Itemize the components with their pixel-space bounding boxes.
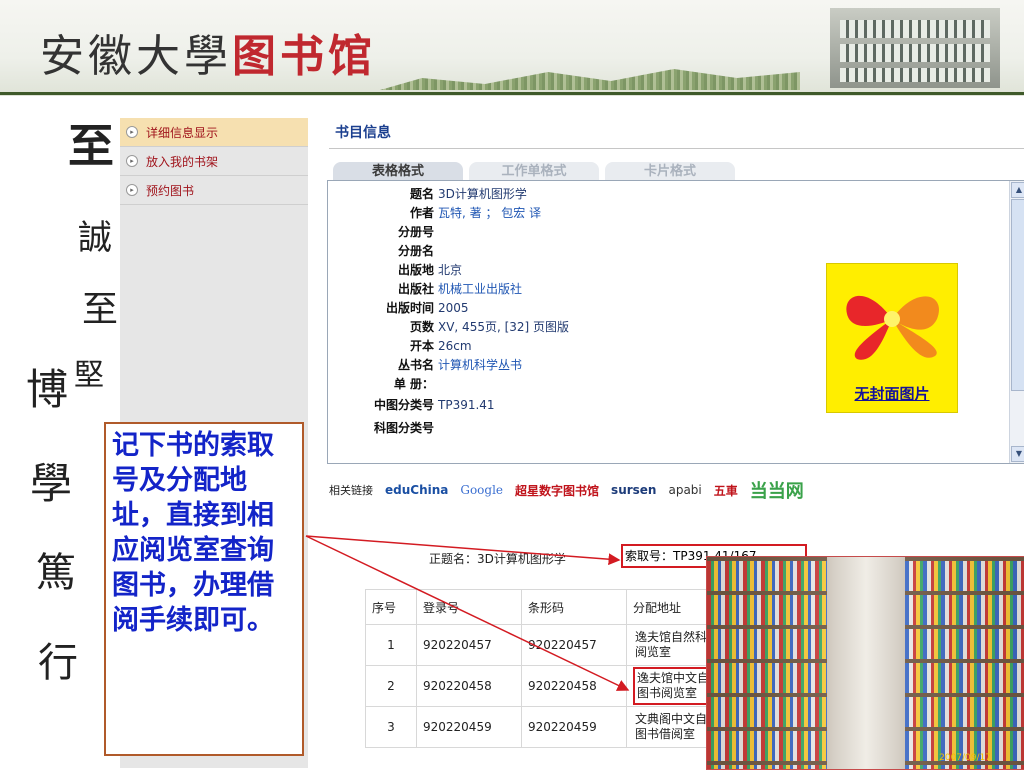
tab-card-format[interactable]: 卡片格式 bbox=[605, 162, 735, 180]
motto-char: 堅 bbox=[74, 358, 104, 393]
field-author[interactable]: 作者 瓦特, 著 ； 包宏 译 bbox=[328, 204, 541, 222]
book-cover-placeholder: 无封面图片 bbox=[826, 263, 958, 413]
field-single-volume: 单 册： bbox=[393, 377, 434, 391]
field-clc-number: 中图分类号 TP391.41 bbox=[373, 398, 495, 412]
holdings-table: 序号 登录号 条形码 分配地址 1 920220457 920220457 逸夫… bbox=[365, 589, 760, 748]
banner-divider bbox=[0, 92, 1024, 95]
header-banner: 安徽大學图书馆 bbox=[0, 0, 1024, 96]
field-format: 开本 26cm bbox=[409, 339, 472, 353]
photo-date-stamp: 2007/09/17 bbox=[939, 753, 991, 763]
cell-reg-no: 920220458 bbox=[416, 665, 522, 707]
cell-reg-no: 920220457 bbox=[416, 624, 522, 666]
motto-char: 博 bbox=[26, 365, 69, 414]
sidebar-item-details[interactable]: ▸ 详细信息显示 bbox=[120, 118, 308, 147]
cell-no: 3 bbox=[365, 706, 417, 748]
title-divider bbox=[329, 148, 1024, 149]
cell-barcode: 920220458 bbox=[521, 665, 627, 707]
cell-barcode: 920220459 bbox=[521, 706, 627, 748]
related-links: 相关链接 eduChina Google 超星数字图书馆 sursen apab… bbox=[329, 478, 804, 502]
field-title: 题名 3D计算机图形学 bbox=[409, 187, 527, 201]
cell-no: 2 bbox=[365, 665, 417, 707]
sidebar-item-reserve[interactable]: ▸ 预约图书 bbox=[120, 176, 308, 205]
library-stacks-photo: 2007/09/17 bbox=[706, 556, 1024, 770]
link-sursen[interactable]: sursen bbox=[611, 483, 656, 497]
field-pub-date: 出版时间 2005 bbox=[385, 301, 469, 315]
no-cover-caption: 无封面图片 bbox=[854, 385, 930, 403]
link-wuche[interactable]: 五車 bbox=[714, 482, 738, 499]
banner-decoration bbox=[380, 69, 800, 90]
bookshelf-left bbox=[707, 557, 827, 769]
table-header-row: 序号 登录号 条形码 分配地址 bbox=[365, 589, 760, 625]
col-header-no: 序号 bbox=[365, 589, 417, 625]
related-links-label: 相关链接 bbox=[329, 484, 373, 497]
link-educhina[interactable]: eduChina bbox=[385, 483, 448, 497]
link-dangdang[interactable]: 当当网 bbox=[750, 477, 804, 503]
field-pub-place: 出版地 北京 bbox=[397, 263, 463, 277]
instruction-callout: 记下书的索取号及分配地址，直接到相应阅览室查询图书，办理借阅手续即可。 bbox=[104, 422, 304, 756]
motto-char: 篤 bbox=[36, 550, 76, 596]
record-detail-panel[interactable]: 题名 3D计算机图形学 作者 瓦特, 著 ； 包宏 译 分册号 分册名 出版地 北京 … bbox=[327, 180, 1024, 464]
link-superstar[interactable]: 超星数字图书馆 bbox=[515, 482, 599, 499]
chevron-right-icon: ▸ bbox=[126, 155, 138, 167]
logo-university-name: 安徽大學 bbox=[40, 31, 232, 82]
col-header-barcode: 条形码 bbox=[521, 589, 627, 625]
tab-table-format[interactable]: 表格格式 bbox=[333, 162, 463, 180]
col-header-reg-no: 登录号 bbox=[416, 589, 522, 625]
page-title: 书目信息 bbox=[335, 125, 391, 141]
holding-title: 正题名：3D计算机图形学 bbox=[429, 552, 566, 566]
tab-worksheet-format[interactable]: 工作单格式 bbox=[469, 162, 599, 180]
link-google[interactable]: Google bbox=[460, 483, 503, 497]
table-row: 2 920220458 920220458 逸夫馆中文自然科学图书阅览室 bbox=[365, 665, 760, 707]
motto-char: 行 bbox=[38, 640, 78, 686]
record-scrollbar[interactable]: ▲ ▼ bbox=[1009, 181, 1024, 463]
library-building-photo bbox=[830, 8, 1000, 88]
motto-char: 至 bbox=[68, 119, 114, 173]
sidebar-item-add-to-shelf[interactable]: ▸ 放入我的书架 bbox=[120, 147, 308, 176]
table-row: 1 920220457 920220457 逸夫馆自然科学图书阅览室 bbox=[365, 624, 760, 666]
field-sci-class-number: 科图分类号 bbox=[373, 421, 434, 435]
scroll-up-icon[interactable]: ▲ bbox=[1011, 182, 1024, 198]
field-volume-name: 分册名 bbox=[397, 244, 434, 258]
link-apabi[interactable]: apabi bbox=[668, 483, 701, 497]
cell-no: 1 bbox=[365, 624, 417, 666]
table-row: 3 920220459 920220459 文典阁中文自然科学图书借阅室 bbox=[365, 706, 760, 748]
cell-reg-no: 920220459 bbox=[416, 706, 522, 748]
sidebar-item-label: 详细信息显示 bbox=[146, 125, 219, 140]
sidebar-item-label: 预约图书 bbox=[146, 183, 195, 198]
chevron-right-icon: ▸ bbox=[126, 184, 138, 196]
field-pages: 页数 XV, 455页, [32] 页图版 bbox=[409, 320, 570, 334]
motto-char: 誠 bbox=[78, 218, 112, 258]
sidebar-item-label: 放入我的书架 bbox=[146, 154, 219, 169]
logo-library-name: 图书馆 bbox=[232, 31, 376, 82]
cell-barcode: 920220457 bbox=[521, 624, 627, 666]
motto-char: 學 bbox=[30, 459, 73, 508]
scroll-thumb[interactable] bbox=[1011, 199, 1024, 391]
chevron-right-icon: ▸ bbox=[126, 126, 138, 138]
splash-logo-icon bbox=[846, 295, 939, 360]
field-volume-number: 分册号 bbox=[397, 225, 434, 239]
field-series[interactable]: 丛书名 计算机科学丛书 bbox=[328, 356, 522, 374]
bookshelf-right bbox=[905, 557, 1024, 769]
scroll-down-icon[interactable]: ▼ bbox=[1011, 446, 1024, 462]
motto-char: 至 bbox=[82, 289, 119, 330]
field-publisher[interactable]: 出版社 机械工业出版社 bbox=[328, 280, 522, 298]
library-logo[interactable]: 安徽大學图书馆 bbox=[40, 20, 376, 84]
